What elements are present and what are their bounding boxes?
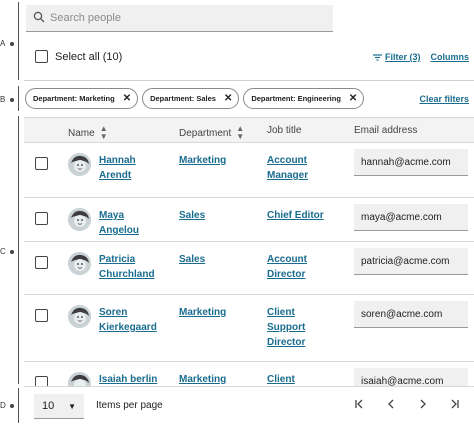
job-title-link[interactable]: Client Support Director: [267, 305, 347, 350]
marker-a-dot: [10, 42, 14, 46]
first-page-icon[interactable]: [354, 399, 364, 412]
email-field[interactable]: maya@acme.com: [354, 204, 468, 231]
column-label: Job title: [267, 125, 302, 136]
email-field[interactable]: soren@acme.com: [354, 301, 468, 328]
filter-chip[interactable]: Department: Marketing ✕: [25, 88, 139, 109]
row-checkbox[interactable]: [35, 212, 48, 225]
name-link[interactable]: Soren Kierkegaard: [99, 305, 169, 335]
job-title-link[interactable]: Account Manager: [267, 153, 347, 183]
department-link[interactable]: Sales: [179, 208, 205, 223]
job-title-link[interactable]: Chief Editor: [267, 208, 347, 223]
column-label: Department: [179, 127, 232, 139]
page-size-value: 10: [42, 400, 55, 412]
pager: [354, 399, 460, 412]
marker-b-dot: [10, 98, 14, 102]
filter-label: Filter (3): [384, 52, 421, 62]
marker-c: C: [0, 247, 6, 256]
column-label: Email address: [354, 125, 418, 136]
previous-page-icon[interactable]: [386, 399, 396, 412]
chip-label: Department: Engineering: [251, 94, 341, 103]
department-link[interactable]: Marketing: [179, 305, 226, 320]
table-row: Maya Angelou Sales Chief Editor maya@acm…: [24, 198, 474, 242]
search-input[interactable]: [50, 12, 310, 24]
next-page-icon[interactable]: [418, 399, 428, 412]
filter-chips: Department: Marketing ✕ Department: Sale…: [25, 88, 365, 109]
table-header: Name ▲ ▼ Department ▲ ▼ Job title Email ad…: [24, 117, 474, 143]
chip-label: Department: Marketing: [33, 94, 115, 103]
close-icon[interactable]: ✕: [224, 93, 232, 104]
marker-d-dot: [10, 404, 14, 408]
close-icon[interactable]: ✕: [123, 93, 131, 104]
table-row: Soren Kierkegaard Marketing Client Suppo…: [24, 295, 474, 362]
marker-d-bracket: [18, 388, 19, 423]
name-link[interactable]: Isaiah berlin: [99, 372, 184, 387]
columns-button[interactable]: Columns: [430, 52, 469, 62]
items-per-page-label: Items per page: [96, 400, 163, 411]
department-link[interactable]: Sales: [179, 252, 205, 267]
job-title-link[interactable]: Client: [267, 372, 347, 387]
marker-c-dot: [10, 250, 14, 254]
avatar: [68, 305, 91, 328]
last-page-icon[interactable]: [450, 399, 460, 412]
name-link[interactable]: Hannah Arendt: [99, 153, 169, 183]
row-checkbox[interactable]: [35, 157, 48, 170]
filter-button[interactable]: Filter (3): [372, 52, 421, 62]
marker-a-bracket: [18, 2, 19, 80]
column-header-job-title: Job title: [267, 125, 301, 136]
search-icon: [33, 11, 45, 26]
marker-a: A: [0, 39, 6, 48]
filter-chip[interactable]: Department: Sales ✕: [142, 88, 240, 109]
clear-filters-link[interactable]: Clear filters: [419, 94, 469, 104]
page-size-select[interactable]: 10 ▼: [34, 394, 84, 419]
email-field[interactable]: patricia@acme.com: [354, 248, 468, 275]
marker-b: B: [0, 95, 6, 104]
name-link[interactable]: Maya Angelou: [99, 208, 169, 238]
pagination-bar: 10 ▼ Items per page: [24, 386, 474, 425]
avatar: [68, 252, 91, 275]
marker-c-bracket: [18, 116, 19, 384]
table-row: Hannah Arendt Marketing Account Manager …: [24, 143, 474, 198]
divider: [24, 80, 474, 81]
table-row: Patricia Churchland Sales Account Direct…: [24, 242, 474, 295]
department-link[interactable]: Marketing: [179, 372, 226, 387]
column-label: Name: [68, 127, 95, 139]
column-header-name[interactable]: Name ▲ ▼: [68, 125, 108, 141]
email-field[interactable]: hannah@acme.com: [354, 149, 468, 176]
close-icon[interactable]: ✕: [349, 93, 357, 104]
row-checkbox[interactable]: [35, 256, 48, 269]
sort-icon[interactable]: ▲ ▼: [100, 125, 108, 141]
avatar: [68, 208, 91, 231]
filter-chip[interactable]: Department: Engineering ✕: [243, 88, 365, 109]
column-header-email: Email address: [354, 125, 417, 136]
marker-b-bracket: [18, 86, 19, 111]
filter-icon: [372, 53, 382, 61]
chip-label: Department: Sales: [150, 94, 216, 103]
avatar: [68, 153, 91, 176]
chevron-down-icon: ▼: [68, 401, 76, 411]
select-all-label: Select all (10): [55, 50, 123, 63]
search-field[interactable]: [26, 5, 333, 32]
toolbar-actions: Filter (3) Columns: [372, 52, 469, 62]
select-all[interactable]: Select all (10): [35, 50, 122, 63]
department-link[interactable]: Marketing: [179, 153, 226, 168]
row-checkbox[interactable]: [35, 309, 48, 322]
job-title-link[interactable]: Account Director: [267, 252, 347, 282]
select-all-checkbox[interactable]: [35, 50, 48, 63]
column-header-department[interactable]: Department ▲ ▼: [179, 125, 244, 141]
name-link[interactable]: Patricia Churchland: [99, 252, 169, 282]
marker-d: D: [0, 401, 6, 410]
sort-icon[interactable]: ▲ ▼: [236, 125, 244, 141]
